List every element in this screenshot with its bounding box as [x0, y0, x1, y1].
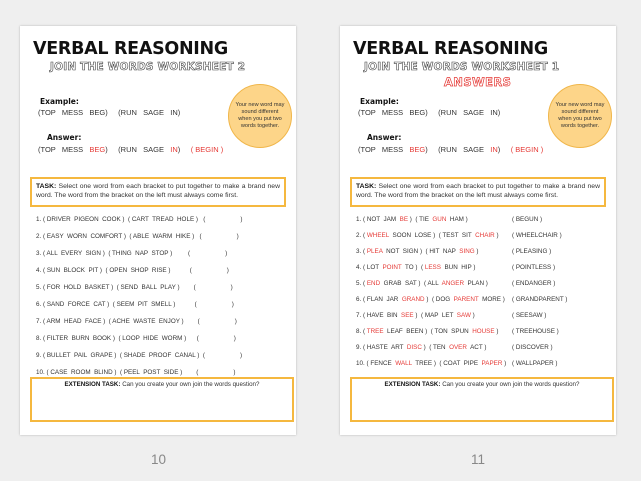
page-number: 10 [151, 452, 167, 467]
question-row: 9. ( BULLET PAIL GRAPE ) ( SHADE PROOF C… [36, 352, 243, 359]
page-title: VERBAL REASONING [353, 39, 548, 59]
answer-word: ( WALLPAPER ) [512, 360, 558, 367]
answer-line: (TOP MESS BEG) (RUN SAGE IN) ( BEGIN ) [38, 145, 224, 154]
answer-row: 4. ( LOT POINT TO ) ( LESS BUN HIP ) [356, 264, 476, 271]
page-number: 11 [471, 452, 486, 467]
answer-word: ( PLEASING ) [512, 248, 552, 255]
task-box: TASK: Select one word from each bracket … [350, 177, 606, 207]
question-row: 3. ( ALL EVERY SIGN ) ( THING NAP STOP )… [36, 250, 228, 257]
example-label: Example: [40, 97, 79, 106]
answer-label: Answer: [367, 133, 402, 142]
page-title: VERBAL REASONING [33, 39, 228, 59]
question-row: 5. ( FOR HOLD BASKET ) ( SEND BALL PLAY … [36, 284, 233, 291]
question-row: 4. ( SUN BLOCK PIT ) ( OPEN SHOP RISE ) … [36, 267, 229, 274]
answer-word: ( GRANDPARENT ) [512, 296, 568, 303]
answers-heading: ANSWERS [444, 75, 512, 90]
answer-row: 7. ( HAVE BIN SEE ) ( MAP LET SAW ) [356, 312, 475, 319]
example-line: (TOP MESS BEG) (RUN SAGE IN) [38, 108, 181, 117]
worksheet-page-thumbnail[interactable]: VERBAL REASONING JOIN THE WORDS WORKSHEE… [20, 26, 296, 435]
answer-row: 2. ( WHEEL SOON LOSE ) ( TEST SIT CHAIR … [356, 232, 499, 239]
extension-task-box: EXTENSION TASK: Can you create your own … [30, 377, 294, 422]
page-subtitle: JOIN THE WORDS WORKSHEET 2 [50, 61, 246, 74]
answer-row: 5. ( END GRAB SAT ) ( ALL ANGER PLAN ) [356, 280, 488, 287]
question-row: 10. ( CASE ROOM BLIND ) ( PEEL POST SIDE… [36, 369, 236, 376]
answer-row: 9. ( HASTE ART DISC ) ( TEN OVER ACT ) [356, 344, 487, 351]
answer-line: (TOP MESS BEG) (RUN SAGE IN) ( BEGIN ) [358, 145, 544, 154]
example-label: Example: [360, 97, 399, 106]
answer-word: ( SEESAW ) [512, 312, 547, 319]
answer-word: ( BEGUN ) [512, 216, 543, 223]
question-row: 8. ( FILTER BURN BOOK ) ( LOOP HIDE WORM… [36, 335, 236, 342]
answer-word: ( WHEELCHAIR ) [512, 232, 562, 239]
answer-row: 3. ( PLEA NOT SIGN ) ( HIT NAP SING ) [356, 248, 479, 255]
answer-row: 8. ( TREE LEAF BEEN ) ( TON SPUN HOUSE ) [356, 328, 499, 335]
answer-word: ( DISCOVER ) [512, 344, 553, 351]
extension-task-box: EXTENSION TASK: Can you create your own … [350, 377, 614, 422]
example-line: (TOP MESS BEG) (RUN SAGE IN) [358, 108, 501, 117]
hint-bubble: Your new word may sound different when y… [548, 84, 612, 148]
answer-label: Answer: [47, 133, 82, 142]
task-box: TASK: Select one word from each bracket … [30, 177, 286, 207]
answer-word: ( POINTLESS ) [512, 264, 556, 271]
question-row: 2. ( EASY WORN COMFORT ) ( ABLE WARM HIK… [36, 233, 239, 240]
answer-row: 10. ( FENCE WALL TREE ) ( COAT PIPE PAPE… [356, 360, 507, 367]
hint-bubble: Your new word may sound different when y… [228, 84, 292, 148]
answer-word: ( TREEHOUSE ) [512, 328, 559, 335]
answer-word: ( ENDANGER ) [512, 280, 556, 287]
question-row: 7. ( ARM HEAD FACE ) ( ACHE WASTE ENJOY … [36, 318, 237, 325]
question-row: 6. ( SAND FORCE CAT ) ( SEEM PIT SMELL )… [36, 301, 234, 308]
answer-row: 1. ( NOT JAM BE ) ( TIE GUN HAM ) [356, 216, 468, 223]
question-row: 1. ( DRIVER PIGEON COOK ) ( CART TREAD H… [36, 216, 243, 223]
answer-row: 6. ( FLAN JAR GRAND ) ( DOG PARENT MORE … [356, 296, 505, 303]
worksheet-page-thumbnail[interactable]: VERBAL REASONING JOIN THE WORDS WORKSHEE… [340, 26, 616, 435]
page-subtitle: JOIN THE WORDS WORKSHEET 1 [364, 61, 560, 74]
